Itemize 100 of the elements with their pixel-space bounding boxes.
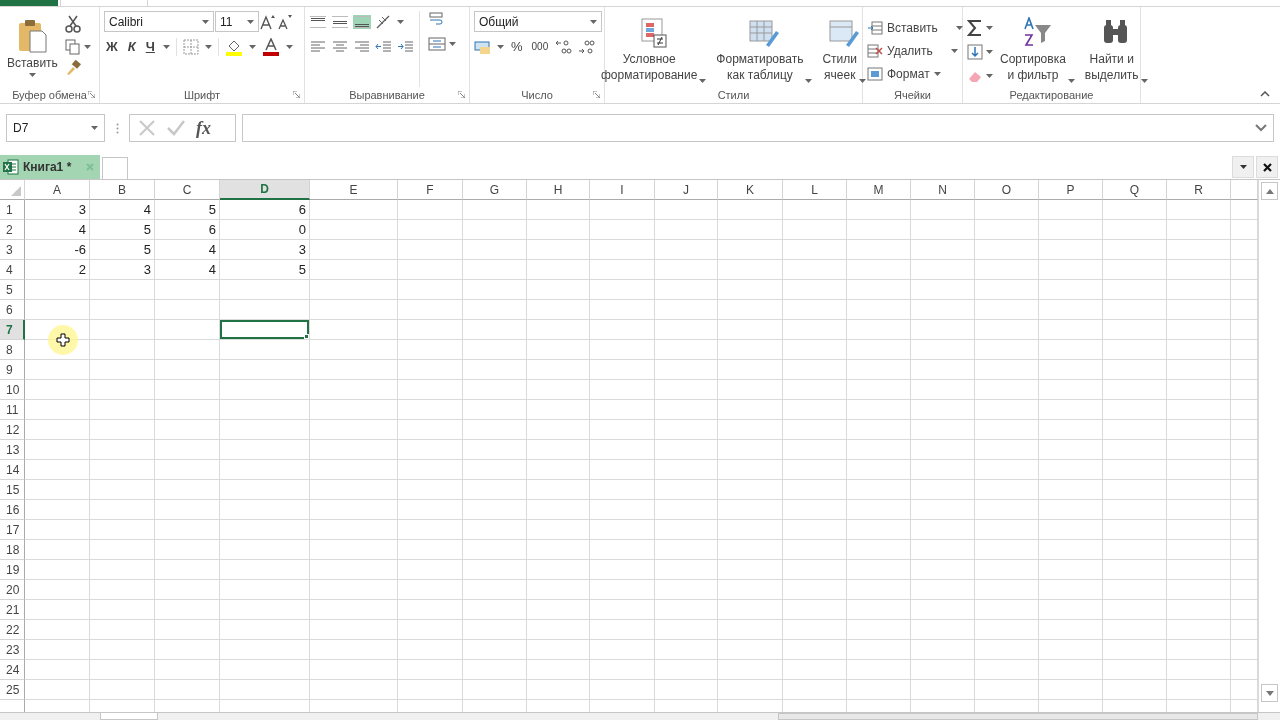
expand-icon[interactable] [1255, 124, 1267, 132]
row-header[interactable]: 10 [0, 380, 25, 400]
percent-button[interactable]: % [509, 36, 525, 57]
insert-cells-button[interactable]: Вставить [867, 17, 963, 39]
scroll-down-button[interactable] [1261, 684, 1278, 702]
caret-icon[interactable] [28, 73, 36, 77]
column-header[interactable]: D [220, 180, 310, 200]
row-header[interactable]: 25 [0, 680, 25, 700]
brush-icon[interactable] [64, 60, 81, 76]
caret-icon[interactable] [805, 79, 813, 83]
formula-field[interactable] [242, 114, 1274, 142]
cell-styles-button[interactable]: Стили ячеек [819, 11, 869, 87]
vertical-scrollbar[interactable] [1258, 180, 1280, 712]
row-header[interactable]: 2 [0, 220, 25, 240]
row-header[interactable]: 4 [0, 260, 25, 280]
column-header[interactable]: M [847, 180, 911, 200]
column-header[interactable]: A [25, 180, 90, 200]
grid-cell[interactable]: 6 [155, 220, 220, 240]
row-header[interactable]: 8 [0, 340, 25, 360]
row-header[interactable]: 12 [0, 420, 25, 440]
grid-cell[interactable]: 4 [90, 200, 155, 220]
caret-icon[interactable] [933, 72, 941, 76]
column-header[interactable]: N [911, 180, 975, 200]
caret-icon[interactable] [449, 41, 456, 46]
caret-icon[interactable] [699, 79, 707, 83]
drag-handle-icon[interactable] [115, 122, 119, 134]
workbook-tab[interactable]: Книга1 * [0, 155, 100, 179]
borders-icon[interactable] [182, 38, 199, 55]
underline-button[interactable]: Ч [143, 36, 157, 57]
dialog-launcher-icon[interactable] [458, 91, 465, 98]
font-color-icon[interactable] [261, 37, 280, 56]
caret-icon[interactable] [955, 26, 963, 30]
row-header[interactable]: 5 [0, 280, 25, 300]
grid-cell[interactable]: 5 [90, 220, 155, 240]
caret-icon[interactable] [986, 73, 993, 78]
horizontal-scrollbar[interactable] [778, 713, 1258, 720]
row-header[interactable]: 6 [0, 300, 25, 320]
sheet-tab[interactable] [100, 713, 158, 720]
caret-icon[interactable] [1140, 79, 1148, 83]
increase-indent-icon[interactable] [397, 38, 415, 55]
sum-icon[interactable] [967, 18, 983, 37]
grid-cell[interactable]: 4 [155, 260, 220, 280]
column-header[interactable]: K [718, 180, 783, 200]
grid-cell[interactable]: 2 [25, 260, 90, 280]
column-header[interactable]: F [398, 180, 463, 200]
grid-cell[interactable]: -6 [25, 240, 90, 260]
column-header[interactable]: J [655, 180, 718, 200]
row-header[interactable]: 21 [0, 600, 25, 620]
dialog-launcher-icon[interactable] [88, 91, 95, 98]
grid-cell[interactable]: 5 [220, 260, 310, 280]
row-header[interactable]: 14 [0, 460, 25, 480]
thousands-button[interactable]: 000 [529, 36, 551, 57]
column-header[interactable]: P [1039, 180, 1103, 200]
find-select-button[interactable]: Найти и выделить [1081, 11, 1151, 87]
format-cells-button[interactable]: Формат [867, 63, 963, 85]
cancel-icon[interactable] [138, 119, 156, 137]
copy-icon[interactable] [64, 38, 81, 55]
scroll-up-button[interactable] [1261, 182, 1278, 200]
merge-cells-icon[interactable] [428, 35, 446, 52]
grid-cell[interactable]: 6 [220, 200, 310, 220]
column-header[interactable]: C [155, 180, 220, 200]
caret-icon[interactable] [1067, 79, 1075, 83]
ribbon-tab[interactable] [60, 0, 148, 6]
caret-icon[interactable] [83, 44, 91, 49]
grid-cell[interactable]: 5 [90, 240, 155, 260]
row-header[interactable]: 20 [0, 580, 25, 600]
decrease-indent-icon[interactable] [375, 38, 393, 55]
caret-icon[interactable] [91, 126, 98, 130]
grow-font-icon[interactable] [260, 13, 276, 30]
row-header[interactable]: 18 [0, 540, 25, 560]
column-header[interactable]: B [90, 180, 155, 200]
bold-button[interactable]: Ж [104, 36, 120, 57]
enter-icon[interactable] [166, 119, 186, 137]
increase-decimal-icon[interactable] [555, 38, 574, 55]
decrease-decimal-icon[interactable] [578, 38, 597, 55]
paste-button[interactable]: Вставить [4, 11, 61, 87]
column-header[interactable]: E [310, 180, 398, 200]
row-header[interactable]: 15 [0, 480, 25, 500]
select-all-icon[interactable] [11, 186, 21, 196]
row-header[interactable]: 19 [0, 560, 25, 580]
row-header[interactable]: 11 [0, 400, 25, 420]
row-header[interactable]: 23 [0, 640, 25, 660]
caret-icon[interactable] [986, 49, 993, 54]
align-center-icon[interactable] [331, 38, 349, 55]
dialog-launcher-icon[interactable] [593, 91, 600, 98]
insert-function-button[interactable]: fx [196, 117, 211, 139]
grid-cell[interactable]: 3 [90, 260, 155, 280]
caret-icon[interactable] [986, 25, 993, 30]
fill-down-icon[interactable] [967, 43, 983, 60]
orientation-icon[interactable] [375, 13, 393, 30]
name-box[interactable]: D7 [6, 114, 105, 142]
row-header[interactable]: 17 [0, 520, 25, 540]
close-button[interactable] [1256, 156, 1278, 178]
row-header[interactable]: 3 [0, 240, 25, 260]
column-header[interactable]: L [783, 180, 847, 200]
row-header[interactable]: 13 [0, 440, 25, 460]
caret-icon[interactable] [162, 44, 170, 49]
top-align-button[interactable] [309, 14, 327, 29]
column-header[interactable]: I [590, 180, 655, 200]
delete-cells-button[interactable]: Удалить [867, 40, 963, 62]
